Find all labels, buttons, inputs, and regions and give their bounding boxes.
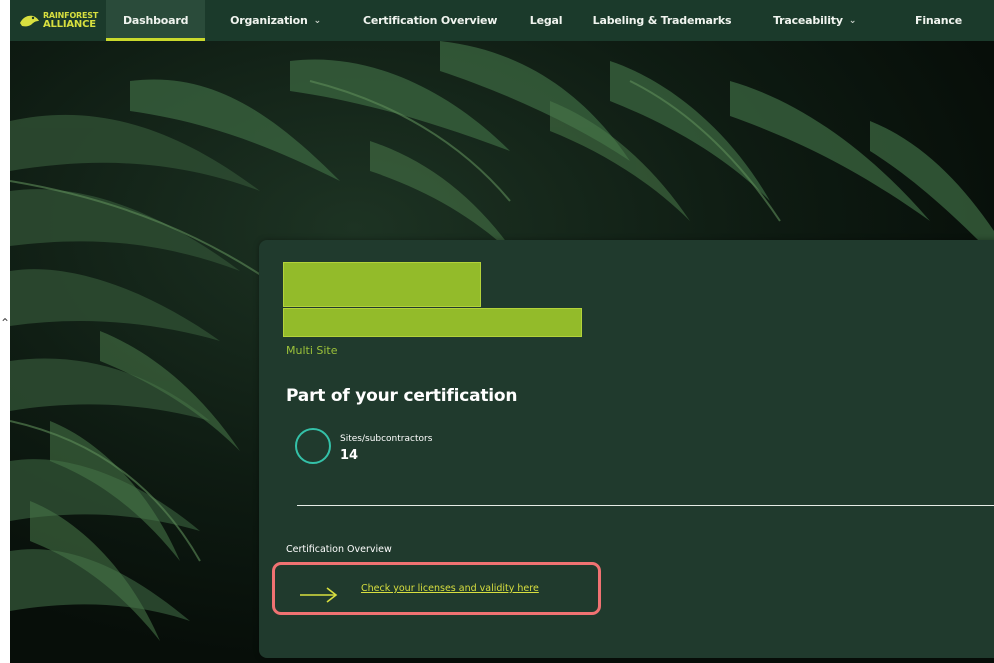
frog-icon	[19, 15, 39, 26]
nav-legal-label: Legal	[529, 14, 563, 27]
nav-labeling-trademarks-label: Labeling & Trademarks	[592, 14, 732, 27]
nav-organization-label: Organization	[230, 14, 308, 27]
nav-legal[interactable]: Legal	[514, 0, 577, 41]
nav-traceability-label: Traceability	[773, 14, 843, 27]
site-type-label: Multi Site	[286, 344, 338, 357]
nav-finance[interactable]: Finance	[883, 0, 994, 41]
chevron-down-icon: ⌄	[313, 15, 322, 26]
nav-organization[interactable]: Organization ⌄	[205, 0, 346, 41]
top-navigation: RAINFOREST ALLIANCE Dashboard Organizati…	[10, 0, 994, 41]
redacted-organization-name	[283, 262, 481, 307]
circle-icon	[295, 428, 331, 464]
nav-labeling-trademarks[interactable]: Labeling & Trademarks	[578, 0, 746, 41]
app-frame: RAINFOREST ALLIANCE Dashboard Organizati…	[10, 0, 994, 663]
nav-finance-label: Finance	[915, 14, 962, 27]
divider	[297, 505, 994, 506]
certification-summary-card: Multi Site Part of your certification Si…	[259, 240, 994, 658]
metric-value: 14	[340, 448, 359, 463]
nav-traceability[interactable]: Traceability ⌄	[746, 0, 883, 41]
nav-dashboard[interactable]: Dashboard	[106, 0, 206, 41]
nav-certification-overview-label: Certification Overview	[362, 14, 498, 27]
redacted-organization-id	[283, 308, 582, 337]
nav-certification-overview[interactable]: Certification Overview	[346, 0, 514, 41]
metric-label: Sites/subcontractors	[340, 434, 433, 444]
certification-overview-heading: Certification Overview	[286, 544, 392, 555]
nav-dashboard-label: Dashboard	[122, 14, 189, 27]
check-licenses-link[interactable]: Check your licenses and validity here	[361, 583, 539, 594]
logo-line-2: ALLIANCE	[42, 18, 96, 30]
arrow-right-icon	[300, 587, 338, 603]
edge-caret-icon: ⌃	[0, 316, 11, 330]
section-title: Part of your certification	[286, 386, 518, 406]
chevron-down-icon: ⌄	[848, 15, 857, 26]
rainforest-alliance-logo[interactable]: RAINFOREST ALLIANCE	[10, 0, 106, 41]
